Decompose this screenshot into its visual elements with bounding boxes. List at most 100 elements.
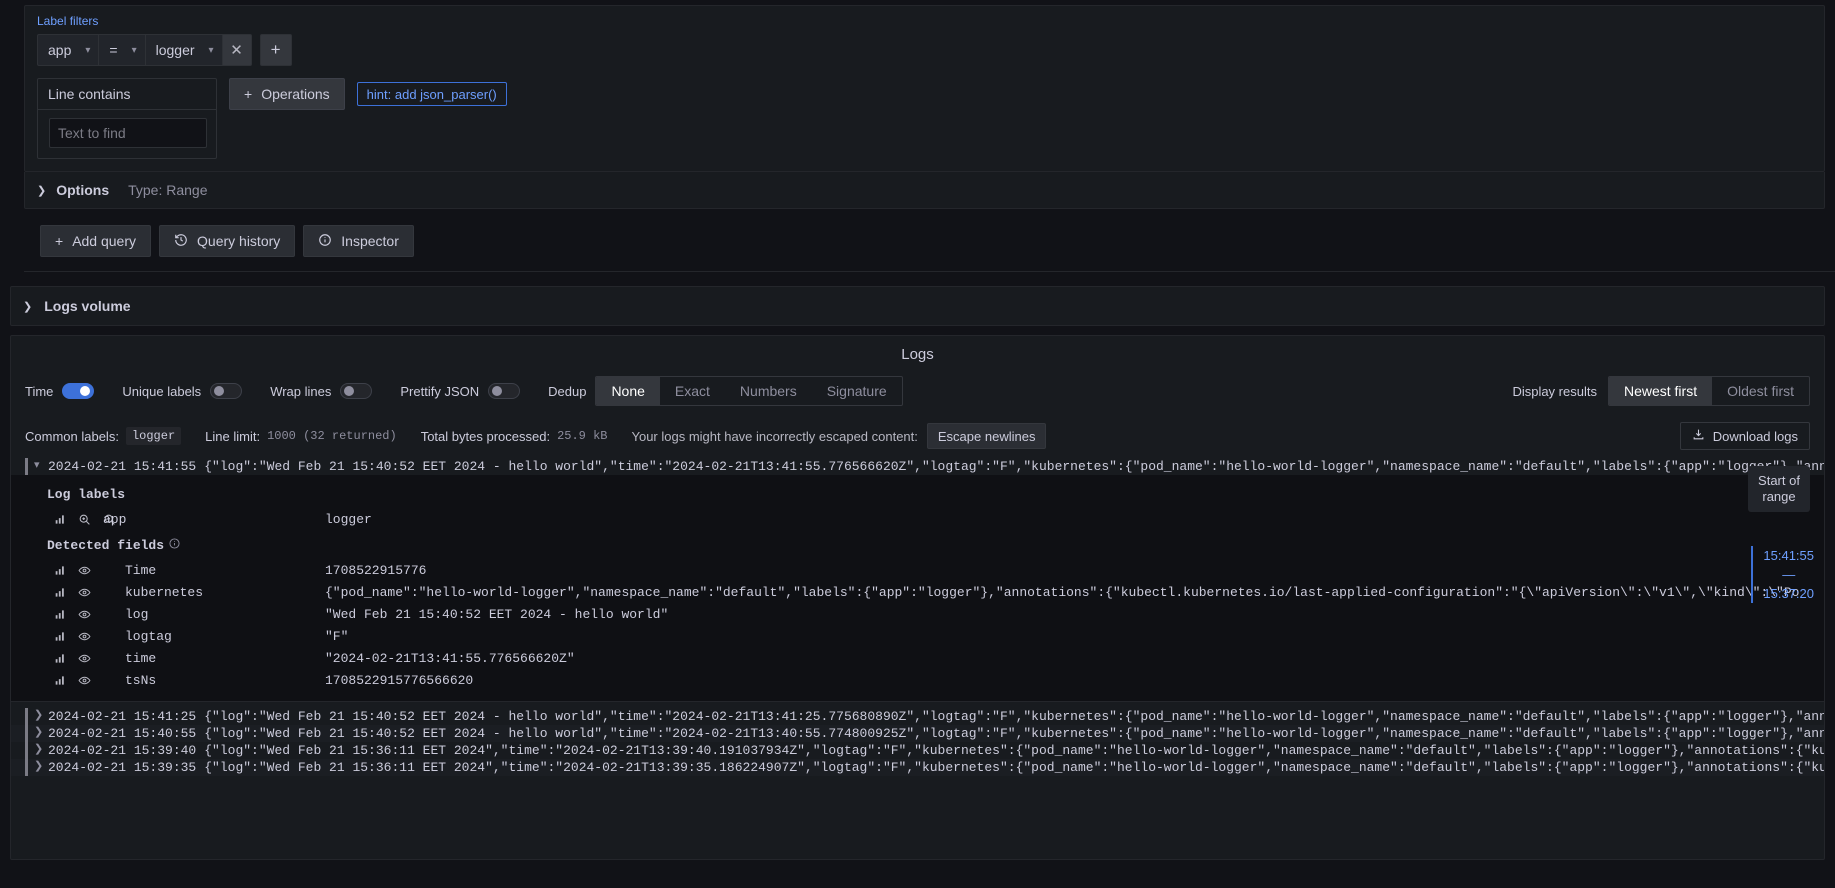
log-line: {"log":"Wed Feb 21 15:40:52 EET 2024 - h… (204, 709, 1824, 724)
detected-field-row: kubernetes {"pod_name":"hello-world-logg… (11, 581, 1824, 603)
eye-icon[interactable] (78, 652, 91, 665)
label-filter-key-value: app (48, 42, 72, 58)
toggle-unique-labels-switch[interactable] (210, 383, 243, 399)
line-limit-value: 1000 (32 returned) (267, 429, 397, 443)
info-circle-icon[interactable] (169, 538, 180, 553)
json-parser-hint-button[interactable]: hint: add json_parser() (356, 82, 507, 106)
toggle-time[interactable]: Time (25, 383, 95, 399)
common-labels-label: Common labels: (25, 428, 119, 444)
expand-caret-icon[interactable]: ❯ (34, 742, 48, 759)
query-editor-section: Label filters app ▾ = ▾ logger ▾ ✕ + Lin… (0, 5, 1835, 272)
dedup-option-signature[interactable]: Signature (812, 377, 902, 405)
log-level-bar (25, 759, 28, 776)
logs-right-gutter: Start of range 15:41:55 — 15:37:20 (1744, 464, 1824, 704)
log-label-name: app (103, 511, 127, 527)
toggle-wrap-lines[interactable]: Wrap lines (270, 383, 373, 399)
query-actions-row: + Add query Query history Inspector (24, 209, 1835, 271)
add-query-button[interactable]: + Add query (40, 225, 152, 257)
display-results-oldest-first[interactable]: Oldest first (1712, 377, 1809, 405)
log-line: {"log":"Wed Feb 21 15:40:52 EET 2024 - h… (204, 726, 1824, 741)
log-rows-list: ▾ 2024-02-21 15:41:55 {"log":"Wed Feb 21… (11, 458, 1824, 776)
logs-panel: Logs Time Unique labels Wrap lines Prett… (10, 335, 1825, 860)
label-filter-value-select[interactable]: logger ▾ (144, 34, 222, 66)
log-row[interactable]: ❯ 2024-02-21 15:41:25 {"log":"Wed Feb 21… (11, 708, 1824, 725)
plus-icon: + (55, 233, 64, 249)
log-row[interactable]: ❯ 2024-02-21 15:39:40 {"log":"Wed Feb 21… (11, 742, 1824, 759)
toggle-prettify-json-switch[interactable] (488, 383, 521, 399)
label-filter-key-select[interactable]: app ▾ (37, 34, 99, 66)
operations-label: Operations (261, 86, 330, 102)
toggle-unique-labels-label: Unique labels (122, 383, 202, 399)
detected-field-name: Time (125, 562, 157, 578)
expand-caret-icon[interactable]: ❯ (34, 759, 48, 776)
query-history-button[interactable]: Query history (159, 225, 296, 257)
line-contains-row: Line contains + Operations hint: add jso… (37, 78, 1812, 159)
display-results-newest-first[interactable]: Newest first (1608, 377, 1713, 405)
stats-icon[interactable] (55, 587, 66, 598)
label-filters-title: Label filters (37, 14, 99, 28)
toggle-knob (492, 386, 503, 396)
stats-icon[interactable] (55, 631, 66, 642)
toggle-prettify-json[interactable]: Prettify JSON (400, 383, 521, 399)
eye-icon[interactable] (78, 586, 91, 599)
label-filter-operator-select[interactable]: = ▾ (98, 34, 145, 66)
line-limit-group: Line limit: 1000 (32 returned) (205, 429, 397, 444)
eye-icon[interactable] (78, 674, 91, 687)
stats-icon[interactable] (55, 653, 66, 664)
dedup-option-numbers[interactable]: Numbers (725, 377, 812, 405)
bytes-processed-value: 25.9 kB (557, 429, 608, 443)
toggle-unique-labels[interactable]: Unique labels (122, 383, 243, 399)
log-row[interactable]: ❯ 2024-02-21 15:40:55 {"log":"Wed Feb 21… (11, 725, 1824, 742)
display-results-label: Display results (1512, 383, 1597, 399)
eye-icon[interactable] (78, 608, 91, 621)
detected-field-name: time (125, 650, 157, 666)
section-divider (24, 271, 1835, 272)
display-results-button-group: Newest first Oldest first (1607, 376, 1810, 406)
filter-for-value-icon[interactable] (78, 513, 91, 526)
bytes-processed-group: Total bytes processed: 25.9 kB (421, 429, 608, 444)
log-level-bar (25, 725, 28, 742)
expand-caret-icon[interactable]: ❯ (34, 708, 48, 725)
inspector-button[interactable]: Inspector (303, 225, 414, 257)
expand-caret-icon[interactable]: ▾ (34, 458, 48, 475)
log-timestamp: 2024-02-21 15:41:25 (48, 709, 197, 724)
eye-icon[interactable] (78, 630, 91, 643)
query-options-bar[interactable]: ❯ Options Type: Range (24, 172, 1825, 209)
stats-icon[interactable] (55, 514, 66, 525)
line-contains-input[interactable] (49, 118, 207, 148)
label-filter-operator-value: = (109, 42, 118, 58)
download-logs-button[interactable]: Download logs (1679, 422, 1810, 450)
common-labels-chip[interactable]: logger (125, 427, 182, 445)
download-logs-label: Download logs (1712, 428, 1798, 444)
toggle-time-switch[interactable] (62, 383, 95, 399)
plus-icon: + (270, 40, 281, 59)
stats-icon[interactable] (55, 565, 66, 576)
escaped-content-group: Your logs might have incorrectly escaped… (631, 423, 1047, 449)
toggle-knob (344, 386, 355, 396)
add-filter-button[interactable]: + (259, 34, 292, 66)
info-circle-icon (318, 233, 332, 250)
detected-field-value: "Wed Feb 21 15:40:52 EET 2024 - hello wo… (325, 606, 669, 622)
logs-volume-collapse[interactable]: ❯ Logs volume (10, 286, 1825, 326)
bytes-processed-label: Total bytes processed: (420, 428, 551, 444)
log-detail-panel: Log labels app logger Detected fields Ti… (11, 475, 1824, 702)
stats-icon[interactable] (55, 609, 66, 620)
toggle-wrap-lines-switch[interactable] (340, 383, 373, 399)
dedup-option-exact[interactable]: Exact (660, 377, 725, 405)
escape-newlines-button[interactable]: Escape newlines (926, 423, 1047, 449)
dedup-option-none[interactable]: None (596, 377, 660, 405)
add-query-label: Add query (72, 233, 137, 249)
detected-field-name: log (125, 606, 149, 622)
log-row[interactable]: ▾ 2024-02-21 15:41:55 {"log":"Wed Feb 21… (11, 458, 1824, 475)
line-contains-title: Line contains (38, 79, 216, 110)
time-range-indicator: 15:41:55 — 15:37:20 (1751, 546, 1814, 603)
time-range-bar (1751, 546, 1754, 603)
stats-icon[interactable] (55, 675, 66, 686)
options-type-meta: Type: Range (128, 182, 208, 198)
log-labels-title-text: Log labels (47, 487, 126, 502)
log-row[interactable]: ❯ 2024-02-21 15:39:35 {"log":"Wed Feb 21… (11, 759, 1824, 776)
remove-filter-button[interactable]: ✕ (221, 34, 252, 66)
eye-icon[interactable] (78, 564, 91, 577)
operations-button[interactable]: + Operations (229, 78, 345, 110)
expand-caret-icon[interactable]: ❯ (34, 725, 48, 742)
